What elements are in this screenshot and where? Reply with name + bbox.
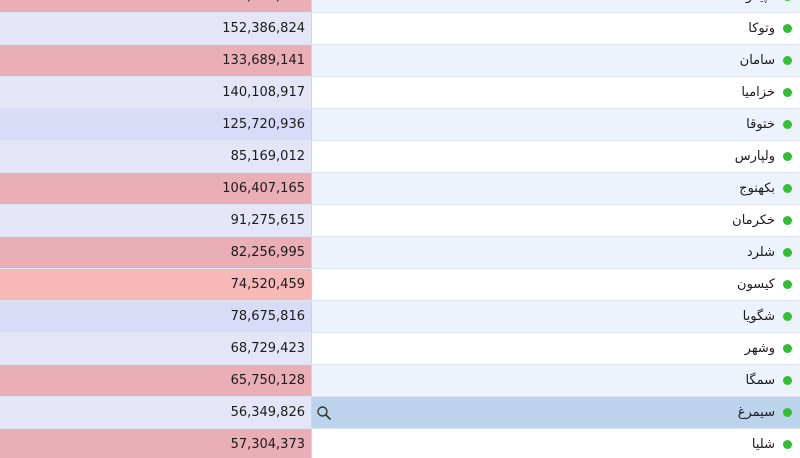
stock-table: 305,054,256 تاپیکو 152,386,824 وتوکا 133,689… <box>0 0 800 458</box>
symbol-cell[interactable]: بکهنوج <box>312 173 800 204</box>
symbol-cell[interactable]: خکرمان <box>312 205 800 236</box>
volume-cell: 74,520,459 <box>0 269 312 300</box>
volume-cell: 82,256,995 <box>0 237 312 268</box>
symbol-cell[interactable]: کیسون <box>312 269 800 300</box>
symbol-cell[interactable]: سامان <box>312 45 800 76</box>
volume-cell: 85,169,012 <box>0 141 312 172</box>
table-row[interactable]: 152,386,824 وتوکا <box>0 13 800 45</box>
symbol-name[interactable]: خزامیا <box>741 85 775 100</box>
table-rows: 305,054,256 تاپیکو 152,386,824 وتوکا 133,689… <box>0 0 800 458</box>
symbol-name[interactable]: شلیا <box>752 437 775 452</box>
status-dot-icon <box>783 120 792 129</box>
table-row[interactable]: 78,675,816 شگویا <box>0 301 800 333</box>
status-dot-icon <box>783 280 792 289</box>
table-row[interactable]: 85,169,012 ولپارس <box>0 141 800 173</box>
table-row[interactable]: 65,750,128 سمگا <box>0 365 800 397</box>
volume-cell: 91,275,615 <box>0 205 312 236</box>
symbol-name[interactable]: خکرمان <box>732 213 775 228</box>
volume-cell: 305,054,256 <box>0 0 312 12</box>
volume-cell: 56,349,826 <box>0 397 312 428</box>
status-dot-icon <box>783 408 792 417</box>
symbol-name[interactable]: وتوکا <box>748 21 775 36</box>
symbol-cell[interactable]: ختوقا <box>312 109 800 140</box>
symbol-cell[interactable]: خزامیا <box>312 77 800 108</box>
symbol-name[interactable]: وشهر <box>745 341 775 356</box>
status-dot-icon <box>783 152 792 161</box>
search-icon[interactable] <box>316 405 332 421</box>
volume-cell: 133,689,141 <box>0 45 312 76</box>
table-row[interactable]: 68,729,423 وشهر <box>0 333 800 365</box>
volume-cell: 68,729,423 <box>0 333 312 364</box>
volume-cell: 57,304,373 <box>0 429 312 458</box>
volume-cell: 78,675,816 <box>0 301 312 332</box>
table-row[interactable]: 133,689,141 سامان <box>0 45 800 77</box>
table-row[interactable]: 91,275,615 خکرمان <box>0 205 800 237</box>
symbol-cell[interactable]: سیمرغ <box>312 397 800 428</box>
table-row[interactable]: 106,407,165 بکهنوج <box>0 173 800 205</box>
status-dot-icon <box>783 248 792 257</box>
status-dot-icon <box>783 344 792 353</box>
table-row[interactable]: 74,520,459 کیسون <box>0 269 800 301</box>
symbol-name[interactable]: کیسون <box>737 277 775 292</box>
volume-cell: 140,108,917 <box>0 77 312 108</box>
table-row[interactable]: 140,108,917 خزامیا <box>0 77 800 109</box>
table-row[interactable]: 305,054,256 تاپیکو <box>0 0 800 13</box>
symbol-cell[interactable]: شلیا <box>312 429 800 458</box>
symbol-cell[interactable]: وتوکا <box>312 13 800 44</box>
table-row[interactable]: 56,349,826 سیمرغ <box>0 397 800 429</box>
volume-cell: 65,750,128 <box>0 365 312 396</box>
volume-cell: 125,720,936 <box>0 109 312 140</box>
status-dot-icon <box>783 56 792 65</box>
symbol-name[interactable]: ولپارس <box>735 149 775 164</box>
symbol-name[interactable]: سیمرغ <box>738 405 775 420</box>
symbol-cell[interactable]: سمگا <box>312 365 800 396</box>
symbol-name[interactable]: سمگا <box>745 373 775 388</box>
table-row[interactable]: 125,720,936 ختوقا <box>0 109 800 141</box>
symbol-cell[interactable]: ولپارس <box>312 141 800 172</box>
volume-cell: 106,407,165 <box>0 173 312 204</box>
status-dot-icon <box>783 312 792 321</box>
status-dot-icon <box>783 24 792 33</box>
symbol-name[interactable]: سامان <box>740 53 775 68</box>
status-dot-icon <box>783 0 792 1</box>
status-dot-icon <box>783 440 792 449</box>
volume-cell: 152,386,824 <box>0 13 312 44</box>
status-dot-icon <box>783 88 792 97</box>
symbol-cell[interactable]: تاپیکو <box>312 0 800 12</box>
symbol-cell[interactable]: شگویا <box>312 301 800 332</box>
symbol-name[interactable]: شگویا <box>743 309 775 324</box>
status-dot-icon <box>783 216 792 225</box>
table-row[interactable]: 57,304,373 شلیا <box>0 429 800 458</box>
symbol-name[interactable]: ختوقا <box>746 117 775 132</box>
symbol-name[interactable]: بکهنوج <box>739 181 775 196</box>
table-row[interactable]: 82,256,995 شلرد <box>0 237 800 269</box>
status-dot-icon <box>783 376 792 385</box>
symbol-cell[interactable]: وشهر <box>312 333 800 364</box>
symbol-cell[interactable]: شلرد <box>312 237 800 268</box>
symbol-name[interactable]: شلرد <box>747 245 775 260</box>
status-dot-icon <box>783 184 792 193</box>
symbol-name[interactable]: تاپیکو <box>746 0 775 4</box>
